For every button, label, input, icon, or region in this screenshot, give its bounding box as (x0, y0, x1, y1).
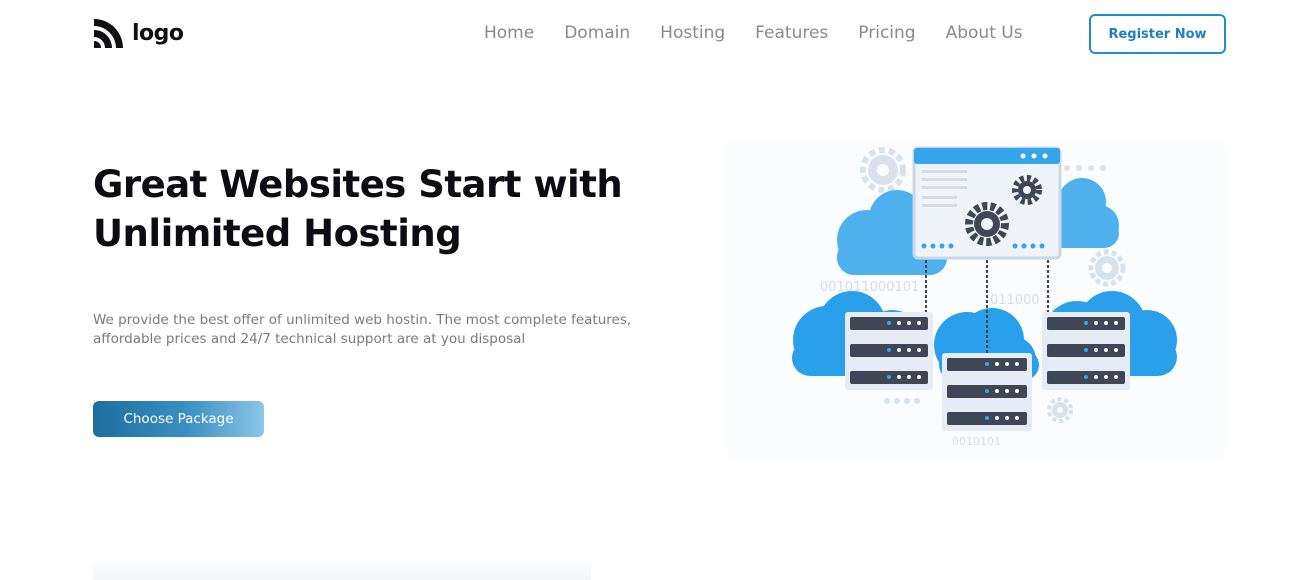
hero-description-line: affordable prices and 24/7 technical sup… (93, 331, 526, 347)
nav-about-us[interactable]: About Us (946, 22, 1023, 44)
hero-title-line: Unlimited Hosting (93, 212, 462, 255)
hero-description: We provide the best offer of unlimited w… (93, 311, 713, 349)
hero-title-line: Great Websites Start with (93, 163, 623, 206)
site-header: logo Home Domain Hosting Features Pricin… (0, 0, 1312, 68)
server-rack-icon (845, 312, 933, 390)
binary-text: 0010101 (952, 435, 1001, 448)
logo[interactable]: logo (93, 18, 184, 49)
binary-text: 011000 (990, 293, 1040, 308)
illustration-svg: 001011000101 0101 011000 0010101 (792, 146, 1177, 448)
binary-text: 001011000101 (820, 280, 919, 295)
main-nav: Home Domain Hosting Features Pricing Abo… (484, 22, 1023, 44)
gear-icon (860, 147, 906, 193)
browser-window-icon (912, 146, 1062, 260)
logo-text: logo (132, 20, 184, 46)
nav-domain[interactable]: Domain (564, 22, 630, 44)
rss-logo-icon (94, 19, 123, 48)
hero-description-line: We provide the best offer of unlimited w… (93, 312, 632, 328)
nav-pricing[interactable]: Pricing (858, 22, 915, 44)
register-now-button[interactable]: Register Now (1089, 14, 1226, 54)
gear-icon (1047, 397, 1073, 423)
choose-package-button[interactable]: Choose Package (93, 401, 264, 437)
server-rack-icon (942, 353, 1032, 431)
cloud-hosting-illustration: 001011000101 0101 011000 0010101 (727, 140, 1225, 460)
hero-title: Great Websites Start with Unlimited Host… (93, 160, 733, 258)
next-section-edge (93, 562, 591, 580)
nav-features[interactable]: Features (755, 22, 828, 44)
nav-hosting[interactable]: Hosting (660, 22, 725, 44)
server-rack-icon (1042, 312, 1130, 390)
nav-home[interactable]: Home (484, 22, 534, 44)
gear-icon (1088, 249, 1126, 287)
